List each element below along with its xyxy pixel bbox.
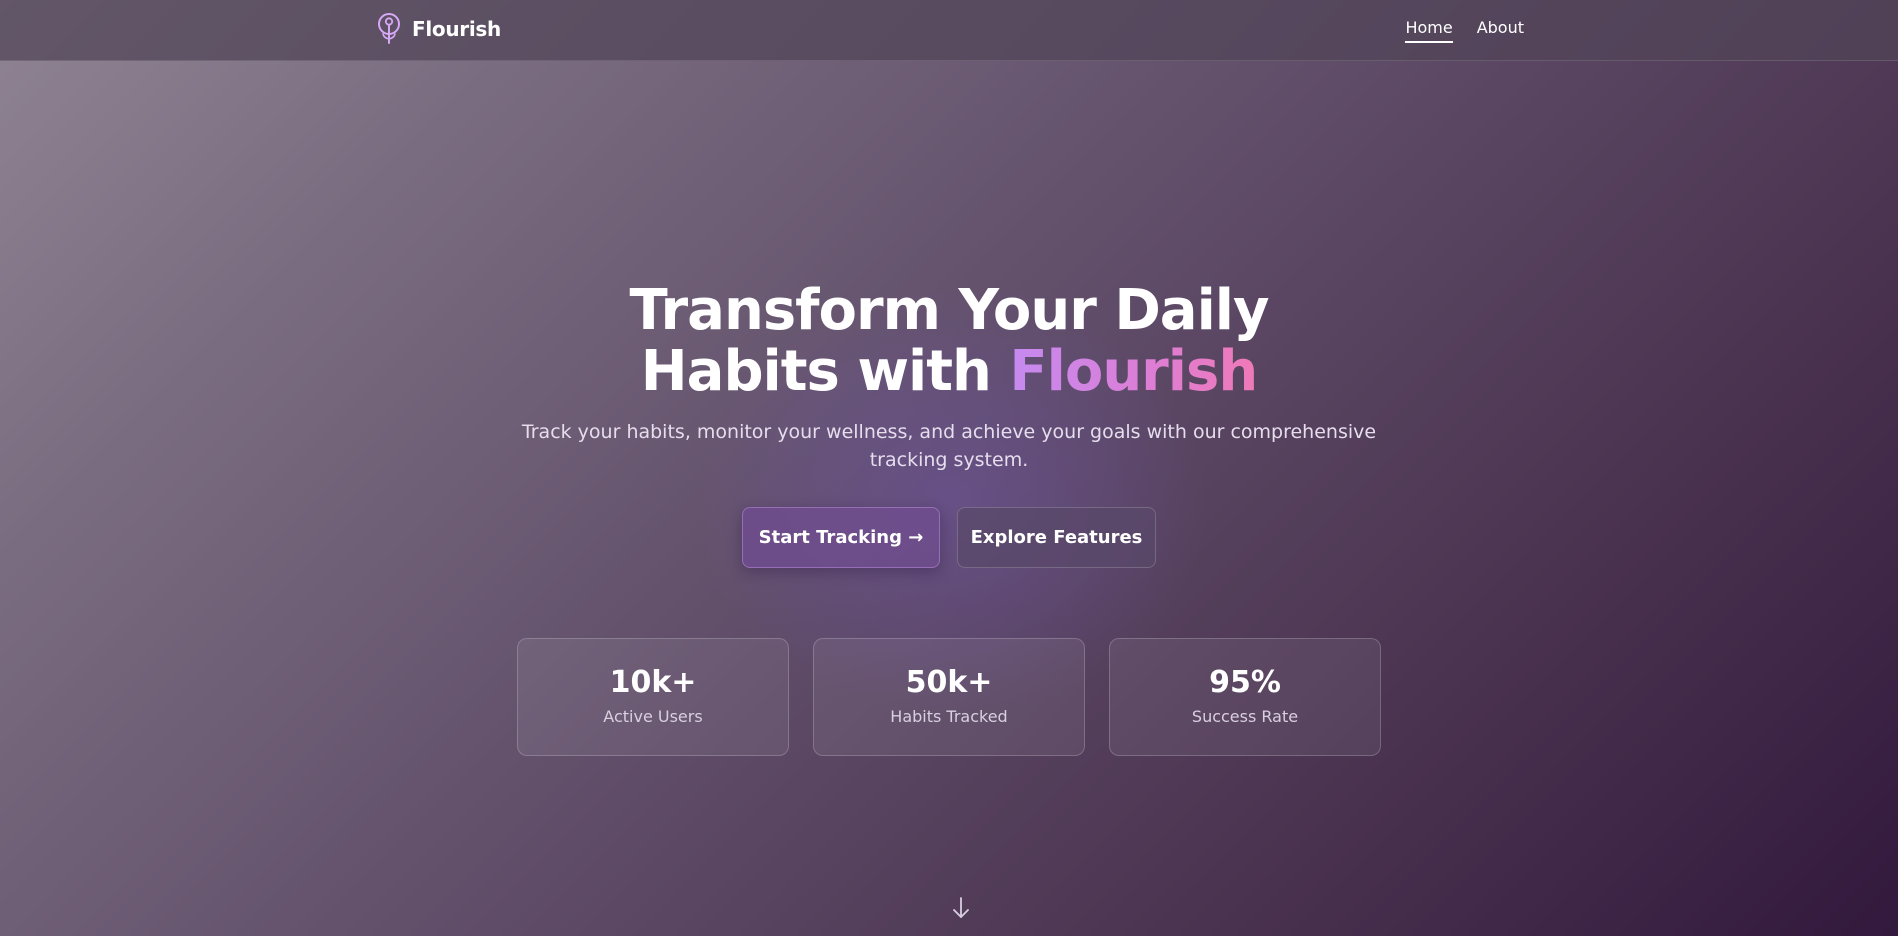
stat-label: Success Rate (1191, 707, 1299, 726)
stat-card-habits-tracked: 50k+ Habits Tracked (813, 638, 1085, 756)
stat-value: 10k+ (609, 665, 697, 700)
hero-title-line2-prefix: Habits with (640, 339, 1010, 404)
nav-about-link[interactable]: About (1477, 18, 1524, 43)
start-tracking-button[interactable]: Start Tracking → (742, 507, 940, 568)
explore-features-button[interactable]: Explore Features (957, 507, 1156, 568)
hero-title-accent: Flourish (1009, 339, 1258, 404)
flower-pin-icon (378, 13, 400, 44)
stat-value: 50k+ (905, 665, 993, 700)
hero-subtitle: Track your habits, monitor your wellness… (521, 421, 1377, 471)
hero-title: Transform Your Daily Habits with Flouris… (0, 280, 1898, 402)
stat-value: 95% (1209, 665, 1281, 700)
brand-name: Flourish (412, 17, 501, 41)
stat-card-active-users: 10k+ Active Users (517, 638, 789, 756)
brand-logo-link[interactable]: Flourish (374, 12, 501, 46)
stat-label: Habits Tracked (890, 707, 1008, 726)
hero-section: Transform Your Daily Habits with Flouris… (0, 280, 1898, 568)
hero-title-line1: Transform Your Daily (629, 278, 1270, 343)
cta-row: Start Tracking → Explore Features (0, 507, 1898, 568)
stat-label: Active Users (603, 707, 703, 726)
main-nav: Home About (1405, 18, 1524, 43)
arrow-down-icon[interactable] (951, 895, 971, 921)
stat-card-success-rate: 95% Success Rate (1109, 638, 1381, 756)
stats-row: 10k+ Active Users 50k+ Habits Tracked 95… (517, 638, 1381, 756)
top-navbar: Flourish Home About (0, 0, 1898, 61)
nav-home-link[interactable]: Home (1405, 18, 1453, 43)
